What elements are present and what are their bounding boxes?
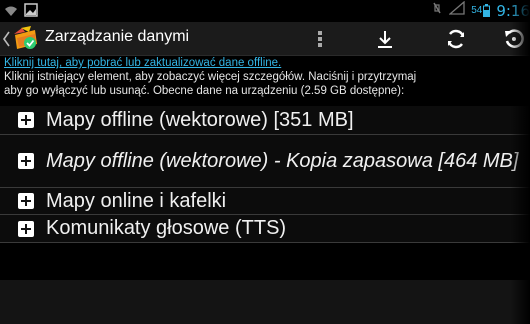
battery-indicator: 54 (471, 4, 491, 17)
battery-icon (483, 4, 491, 17)
status-bar: 54 9:16 (0, 0, 530, 22)
list-item[interactable]: Mapy online i kafelki (0, 188, 530, 215)
list-item[interactable]: Komunikaty głosowe (TTS) (0, 215, 530, 243)
expand-plus-icon (18, 153, 34, 169)
download-icon[interactable] (370, 22, 400, 55)
wifi-signal-icon (4, 4, 18, 22)
mute-icon (431, 1, 443, 20)
list-item-label: Mapy online i kafelki (46, 189, 227, 212)
list-item-label: Mapy offline (wektorowe) [351 MB] (46, 108, 354, 131)
page-title: Zarządzanie danymi (45, 28, 190, 45)
image-notification-icon (24, 3, 38, 22)
refresh-icon[interactable] (440, 22, 472, 55)
overflow-menu-icon[interactable] (310, 22, 330, 55)
info-line-3: aby go wyłączyć lub usunąć. Obecne dane … (4, 85, 405, 97)
app-icon[interactable] (11, 24, 39, 52)
empty-area (0, 280, 530, 324)
list-item[interactable]: Mapy offline (wektorowe) - Kopia zapasow… (0, 135, 530, 188)
list-item-label: Mapy offline (wektorowe) - Kopia zapasow… (46, 150, 519, 172)
expand-plus-icon (18, 220, 34, 237)
cell-signal-icon (448, 0, 465, 20)
action-bar: Zarządzanie danymi (0, 22, 530, 56)
edge-fade (510, 0, 530, 324)
info-text: Kliknij tutaj, aby pobrać lub zaktualizo… (4, 56, 530, 98)
battery-percent: 54 (471, 5, 483, 16)
expand-plus-icon (18, 193, 34, 209)
info-line-2: Kliknij istniejący element, aby zobaczyć… (4, 71, 417, 83)
data-categories-list: Mapy offline (wektorowe) [351 MB] Mapy o… (0, 106, 530, 243)
list-item-label: Komunikaty głosowe (TTS) (46, 217, 287, 239)
list-item[interactable]: Mapy offline (wektorowe) [351 MB] (0, 106, 530, 135)
expand-plus-icon (18, 112, 34, 128)
download-update-link[interactable]: Kliknij tutaj, aby pobrać lub zaktualizo… (4, 57, 281, 69)
